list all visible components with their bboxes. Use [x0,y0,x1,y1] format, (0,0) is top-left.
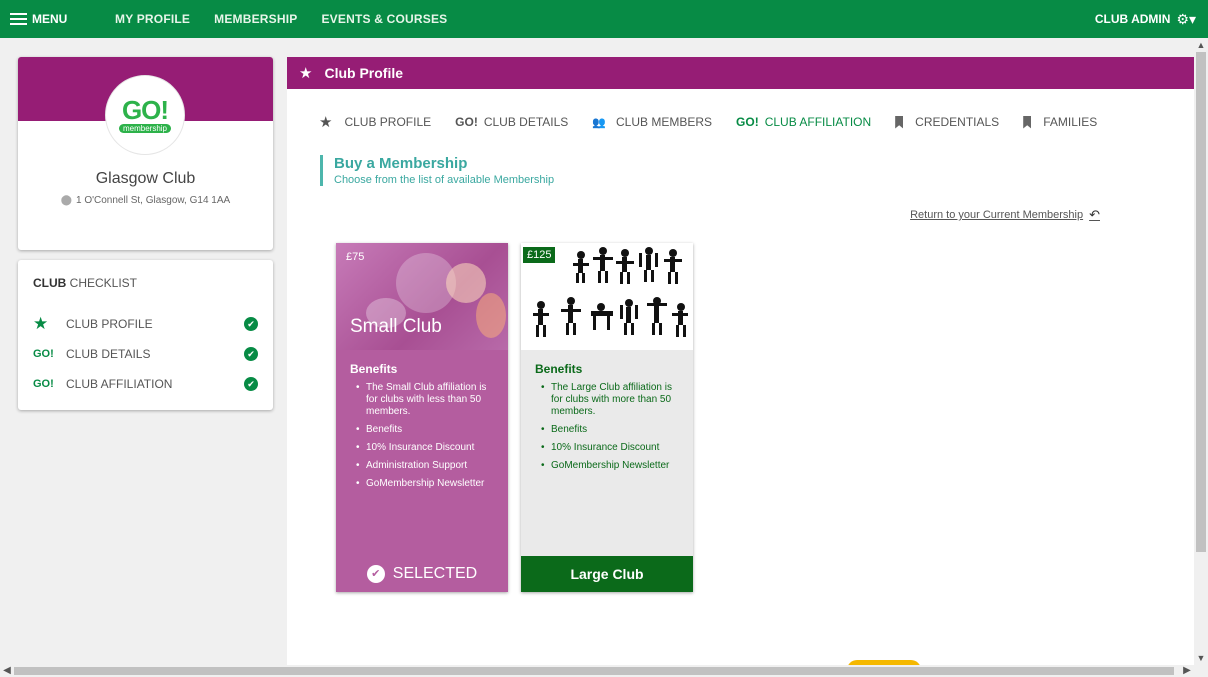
star-icon: ★ [33,314,49,333]
checklist-item-club-affiliation[interactable]: GO! CLUB AFFILIATION ✔ [33,374,258,394]
benefit-item: GoMembership Newsletter [350,478,494,490]
benefit-item: Benefits [350,424,494,436]
tab-club-members[interactable]: 👥 CLUB MEMBERS [592,115,712,129]
club-address: ⬤ 1 O'Connell St, Glasgow, G14 1AA [18,195,273,206]
logo-sub: membership [118,124,171,133]
tab-label: CLUB AFFILIATION [764,115,872,129]
panel-header: ★ Club Profile [287,57,1194,89]
selected-button[interactable]: ✔ SELECTED [336,556,508,592]
checklist-label: CLUB PROFILE [66,317,153,331]
benefit-item: 10% Insurance Discount [535,442,679,454]
section-heading: Buy a Membership Choose from the list of… [320,155,554,186]
plan-image-decoration [446,263,486,303]
club-card: GO! membership Glasgow Club ⬤ 1 O'Connell… [18,57,273,250]
menu-button[interactable]: MENU [0,12,115,26]
tab-label: FAMILIES [1043,115,1098,129]
checklist-item-club-profile[interactable]: ★ CLUB PROFILE ✔ [33,314,258,334]
benefits-heading: Benefits [350,362,398,376]
plan-image-decoration [476,293,506,338]
club-logo: GO! membership [105,75,185,155]
plan-body: Benefits The Large Club affiliation is f… [521,350,693,472]
bookmark-icon [1023,115,1032,129]
tab-label: CLUB MEMBERS [616,115,713,129]
check-circle-icon: ✔ [244,347,258,361]
go-icon: GO! [33,378,54,390]
check-circle-icon: ✔ [366,565,385,583]
go-icon: GO! [33,348,54,360]
tab-label: CLUB DETAILS [483,115,569,129]
menu-label: MENU [32,12,68,26]
tab-club-affiliation[interactable]: GO! CLUB AFFILIATION [736,115,871,129]
tab-families[interactable]: FAMILIES [1023,115,1097,129]
club-address-text: 1 O'Connell St, Glasgow, G14 1AA [75,195,231,206]
go-icon: GO! [455,115,478,129]
checklist-title: CLUB CHECKLIST [33,276,138,290]
check-circle-icon: ✔ [244,377,258,391]
return-link-text: Return to your Current Membership [910,209,1084,221]
people-icon: 👥 [592,116,606,129]
return-current-membership-link[interactable]: Return to your Current Membership ↶ [910,207,1100,223]
star-icon: ★ [319,114,333,131]
benefit-item: Administration Support [350,460,494,472]
checklist-label: CLUB DETAILS [66,347,151,361]
nav-my-profile[interactable]: MY PROFILE [115,12,190,26]
location-pin-icon: ⬤ [60,195,72,206]
checklist-item-club-details[interactable]: GO! CLUB DETAILS ✔ [33,344,258,364]
checklist-label: CLUB AFFILIATION [66,377,173,391]
benefit-item: 10% Insurance Discount [350,442,494,454]
plan-image: £75 Small Club [336,243,508,350]
scroll-up-icon[interactable]: ▲ [1194,38,1208,52]
scroll-down-icon[interactable]: ▼ [1194,651,1208,665]
plan-card-small-club[interactable]: £75 Small Club Benefits The Small Club a… [336,243,508,592]
undo-icon: ↶ [1089,207,1100,222]
plan-image: £125 [521,243,693,350]
select-large-club-button[interactable]: Large Club [521,556,693,592]
club-name: Glasgow Club [95,170,196,187]
plan-price: £125 [523,247,556,263]
bookmark-icon [895,115,904,129]
check-circle-icon: ✔ [244,317,258,331]
scrollbar-thumb[interactable] [1196,52,1206,552]
benefits-heading: Benefits [535,362,583,376]
benefit-item: GoMembership Newsletter [535,460,679,472]
benefit-item: The Large Club affiliation is for clubs … [535,382,679,418]
profile-tabs: ★ CLUB PROFILE GO! CLUB DETAILS 👥 CLUB M… [319,113,1121,131]
star-icon: ★ [299,65,313,82]
hamburger-icon [10,13,27,25]
horizontal-scrollbar[interactable]: ◀ ▶ [0,665,1208,677]
tab-club-details[interactable]: GO! CLUB DETAILS [455,115,568,129]
section-subtitle: Choose from the list of available Member… [334,174,555,186]
scroll-left-icon[interactable]: ◀ [0,665,14,677]
logo-text: GO! [121,95,169,125]
main-panel: ★ Club Profile ★ CLUB PROFILE GO! CLUB D… [287,57,1194,665]
tab-label: CREDENTIALS [915,115,1000,129]
go-icon: GO! [736,115,759,129]
benefits-list: The Large Club affiliation is for clubs … [535,382,679,472]
section-title: Buy a Membership [334,155,468,172]
selected-label: SELECTED [392,565,478,582]
scroll-right-icon[interactable]: ▶ [1180,665,1194,677]
tab-label: CLUB PROFILE [344,115,432,129]
benefits-list: The Small Club affiliation is for clubs … [350,382,494,490]
benefit-item: The Small Club affiliation is for clubs … [350,382,494,418]
nav-membership[interactable]: MEMBERSHIP [214,12,297,26]
vertical-scrollbar[interactable]: ▲ ▼ [1194,38,1208,665]
scrollbar-thumb[interactable] [14,667,1174,675]
benefit-item: Benefits [535,424,679,436]
plan-price: £75 [346,251,365,263]
top-navbar: MENU MY PROFILE MEMBERSHIP EVENTS & COUR… [0,0,1208,38]
plan-card-large-club[interactable]: £125 Benefits The Large Club affiliation… [521,243,693,592]
gear-dropdown-icon: ⚙▾ [1176,10,1196,27]
club-checklist: CLUB CHECKLIST ★ CLUB PROFILE ✔ GO! CLUB… [18,260,273,410]
tab-club-profile[interactable]: ★ CLUB PROFILE [319,113,431,131]
plan-title: Small Club [350,316,442,337]
club-admin-menu[interactable]: CLUB ADMIN ⚙▾ [1095,11,1208,28]
tab-credentials[interactable]: CREDENTIALS [895,115,999,129]
panel-title: Club Profile [324,65,404,81]
plan-body: Benefits The Small Club affiliation is f… [336,350,508,490]
nav-events-courses[interactable]: EVENTS & COURSES [321,12,447,26]
club-admin-label: CLUB ADMIN [1094,12,1171,26]
